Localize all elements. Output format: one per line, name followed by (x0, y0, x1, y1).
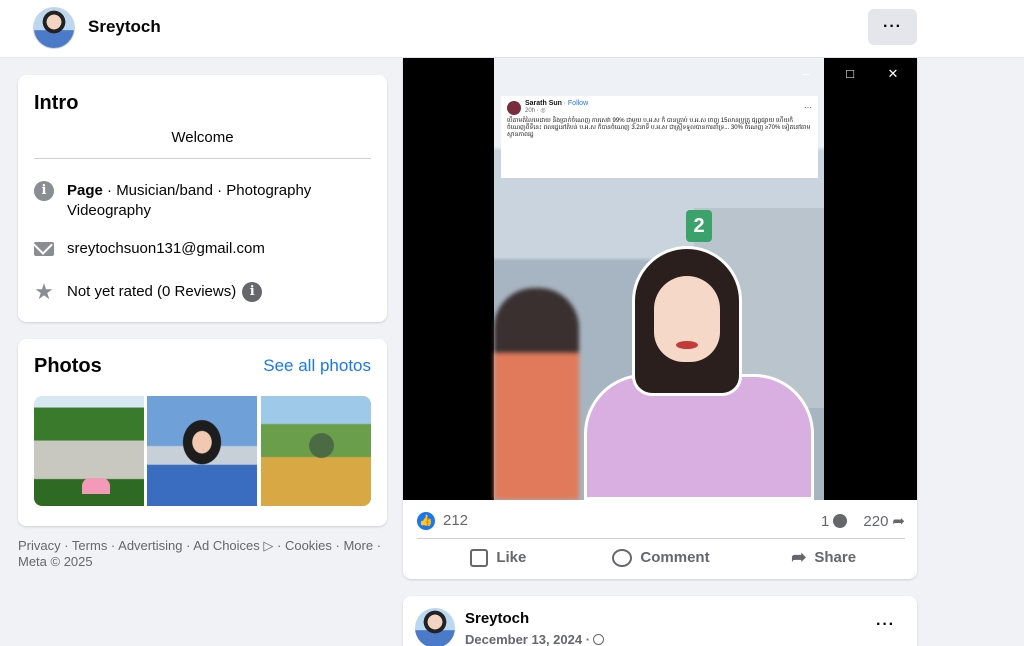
category-line-2: Videography (67, 202, 151, 219)
rating-info-icon[interactable]: i (242, 282, 263, 302)
comment-label: Comment (640, 549, 710, 566)
overlay-avatar (507, 100, 521, 115)
engagement-stats: 1 220 ➦ (821, 512, 905, 531)
like-reaction-icon: 👍 (417, 512, 435, 530)
close-icon[interactable]: ✕ (883, 66, 903, 82)
post-more-button[interactable]: ··· (876, 616, 895, 634)
video-player[interactable]: 2 Sarath Sun · Follow 20h · ◎ ··· បើតាមត… (403, 58, 917, 500)
like-label: Like (496, 549, 527, 566)
intro-title: Intro (34, 92, 79, 114)
thumbs-up-icon (470, 548, 489, 567)
page-footer-links[interactable]: Privacy · Terms · Advertising · Ad Choic… (18, 538, 390, 570)
overlay-more-icon: ··· (804, 103, 812, 112)
profile-avatar[interactable] (33, 7, 75, 49)
see-all-photos-link[interactable]: See all photos (263, 356, 371, 376)
video-post-card: 2 Sarath Sun · Follow 20h · ◎ ··· បើតាមត… (403, 58, 917, 579)
presenter-figure (584, 246, 814, 500)
photos-card: Photos See all photos (18, 339, 387, 526)
intro-bio: Welcome (34, 129, 371, 159)
intro-rating-row: ★ Not yet rated (0 Reviews) i (34, 279, 374, 304)
comment-bubble-icon (833, 514, 848, 528)
category-line-1: · Musician/band · Photography (102, 182, 312, 199)
post-author-avatar[interactable] (415, 608, 455, 646)
next-post-card: Sreytoch December 13, 2024 · ··· (403, 596, 917, 646)
comment-icon (612, 548, 633, 567)
photos-title: Photos (34, 355, 102, 377)
overlay-author: Sarath Sun (525, 100, 562, 107)
counter-sign: 2 (686, 210, 712, 242)
photo-thumbnail[interactable] (261, 396, 371, 506)
share-icon: ➦ (791, 547, 807, 567)
star-icon: ★ (34, 279, 54, 304)
photo-thumbnail[interactable] (147, 396, 257, 506)
overlay-time: 20h · ◎ (525, 108, 546, 114)
embedded-post-screenshot: Sarath Sun · Follow 20h · ◎ ··· បើតាមតំល… (501, 96, 818, 178)
share-arrow-icon: ➦ (892, 513, 905, 530)
page-label: Page (67, 182, 103, 199)
profile-name[interactable]: Sreytoch (88, 17, 161, 37)
envelope-icon (34, 242, 54, 256)
post-date-text[interactable]: December 13, 2024 · (465, 632, 590, 646)
intro-email-row: sreytochsuon131@gmail.com (34, 239, 374, 259)
share-count[interactable]: 220 (863, 513, 888, 530)
more-options-button[interactable]: ··· (868, 9, 917, 45)
intro-card: Intro Welcome i Page · Musician/band · P… (18, 75, 387, 322)
intro-email[interactable]: sreytochsuon131@gmail.com (67, 239, 265, 259)
post-date[interactable]: December 13, 2024 · (465, 632, 605, 646)
profile-header-bar: Sreytoch ··· (0, 0, 1024, 58)
maximize-icon[interactable]: □ (840, 66, 860, 82)
share-label: Share (814, 549, 857, 566)
share-button[interactable]: ➦ Share (742, 539, 905, 576)
intro-category-text: Page · Musician/band · Photography Video… (67, 181, 311, 221)
info-icon: i (34, 181, 54, 201)
reactions-bar: 👍 212 1 220 ➦ (417, 510, 905, 532)
intro-rating: Not yet rated (0 Reviews) (67, 283, 237, 300)
minimize-icon[interactable]: – (796, 66, 816, 82)
like-count[interactable]: 212 (443, 512, 468, 529)
post-action-bar: Like Comment ➦ Share (417, 538, 905, 576)
globe-icon (593, 634, 605, 645)
comment-button[interactable]: Comment (580, 539, 743, 576)
like-button[interactable]: Like (417, 539, 580, 576)
overlay-text: បើតាមតំលៃមេដាយ និងប្រាក់ចំណេញ ការសេវា 99… (507, 118, 811, 138)
post-author-name[interactable]: Sreytoch (465, 610, 529, 627)
photo-thumbnail[interactable] (34, 396, 144, 506)
comment-count[interactable]: 1 (821, 513, 829, 530)
intro-category-row: i Page · Musician/band · Photography Vid… (34, 181, 374, 221)
overlay-follow: · Follow (563, 100, 589, 107)
